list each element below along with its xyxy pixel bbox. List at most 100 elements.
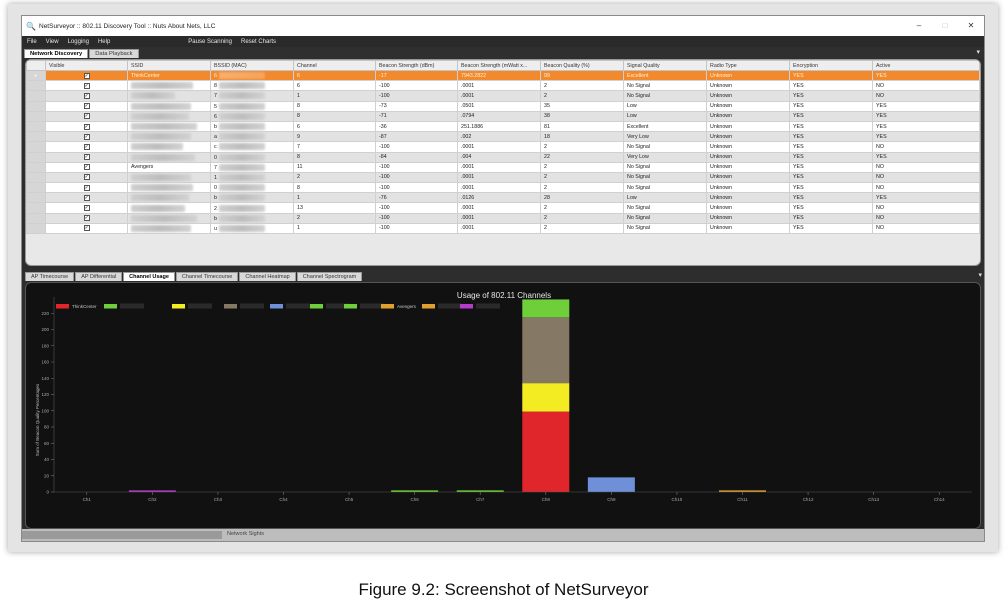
row-header[interactable] <box>26 182 46 194</box>
tab-ap-differential[interactable]: AP Differential <box>75 272 123 281</box>
row-header[interactable] <box>26 90 46 102</box>
checkbox-checked-icon[interactable]: ✓ <box>83 82 90 89</box>
tab-channel-timecourse[interactable]: Channel Timecourse <box>175 272 239 281</box>
visible-checkbox-cell[interactable]: ✓ <box>45 131 128 143</box>
visible-checkbox-cell[interactable]: ✓ <box>45 202 128 214</box>
checkbox-checked-icon[interactable]: ✓ <box>83 174 90 181</box>
checkbox-checked-icon[interactable]: ✓ <box>83 205 90 212</box>
checkbox-checked-icon[interactable]: ✓ <box>83 133 90 140</box>
table-row[interactable]: ✓ 2 13 -100.0001 2 No Signal Unknown YES NO <box>26 202 980 214</box>
menu-logging[interactable]: Logging <box>68 39 89 45</box>
bssid-prefix: 6 <box>214 73 217 79</box>
tab-data-playback[interactable]: Data Playback <box>89 49 139 58</box>
row-header[interactable] <box>26 222 46 235</box>
row-header[interactable] <box>26 161 46 173</box>
column-header[interactable]: Encryption <box>789 60 873 71</box>
visible-checkbox-cell[interactable]: ✓ <box>45 161 128 173</box>
column-header[interactable]: SSID <box>127 60 211 71</box>
visible-checkbox-cell[interactable]: ✓ <box>45 212 128 224</box>
table-row[interactable]: ✓ b 2 -100.0001 2 No Signal Unknown YES NO <box>26 212 980 224</box>
row-header[interactable] <box>26 80 46 92</box>
table-row[interactable]: ✓ 1 2 -100.0001 2 No Signal Unknown YES NO <box>26 171 980 184</box>
menu-help[interactable]: Help <box>98 39 110 45</box>
reset-charts-button[interactable]: Reset Charts <box>241 39 276 45</box>
table-cell: 8 <box>293 100 376 112</box>
close-button[interactable]: ✕ <box>958 16 984 36</box>
tab-channel-heatmap[interactable]: Channel Heatmap <box>239 272 296 281</box>
checkbox-checked-icon[interactable]: ✓ <box>83 215 90 222</box>
visible-checkbox-cell[interactable]: ✓ <box>45 222 128 235</box>
checkbox-checked-icon[interactable]: ✓ <box>83 103 90 110</box>
table-row[interactable]: ✓ Avengers 7 11 -100.0001 2 No Signal Unknown YE… <box>26 161 980 173</box>
row-header[interactable] <box>26 212 46 224</box>
table-row[interactable]: ✓ u 1 -100.0001 2 No Signal Unknown YES NO <box>26 222 980 235</box>
checkbox-checked-icon[interactable]: ✓ <box>83 194 90 201</box>
row-header[interactable] <box>26 202 46 214</box>
row-header[interactable] <box>26 120 46 133</box>
visible-checkbox-cell[interactable]: ✓ <box>45 120 128 133</box>
visible-checkbox-cell[interactable]: ✓ <box>45 80 128 92</box>
column-header[interactable]: BSSID (MAC) <box>210 60 294 71</box>
column-header[interactable]: Visible <box>45 60 128 71</box>
maximize-button[interactable]: □ <box>932 16 958 36</box>
pin-icon[interactable]: ▾ <box>976 48 980 56</box>
row-header[interactable] <box>26 110 46 122</box>
table-row[interactable]: ▸ ✓ ThinkCenter 6 6 -17 7943.2822 99 Excellent Un… <box>26 69 980 82</box>
checkbox-checked-icon[interactable]: ✓ <box>83 184 90 191</box>
menu-view[interactable]: View <box>46 39 59 45</box>
visible-checkbox-cell[interactable]: ✓ <box>45 192 128 204</box>
minimize-button[interactable]: – <box>906 16 932 36</box>
checkbox-checked-icon[interactable]: ✓ <box>83 123 90 130</box>
checkbox-checked-icon[interactable]: ✓ <box>83 225 90 232</box>
table-row[interactable]: ✓ a 9 -87.002 18 Very Low Unknown YES YES <box>26 131 980 143</box>
redacted-ssid <box>131 153 195 161</box>
checkbox-checked-icon[interactable]: ✓ <box>83 113 90 120</box>
row-header[interactable]: ▸ <box>26 69 46 82</box>
table-row[interactable]: ✓ 8 6 -100.0001 2 No Signal Unknown YES NO <box>26 80 980 92</box>
visible-checkbox-cell[interactable]: ✓ <box>45 110 128 122</box>
tab-ap-timecourse[interactable]: AP Timecourse <box>25 272 75 281</box>
visible-checkbox-cell[interactable]: ✓ <box>45 69 128 82</box>
row-header[interactable] <box>26 151 46 163</box>
chart-bars <box>128 299 766 492</box>
table-row[interactable]: ✓ b 1 -76.0126 28 Low Unknown YES YES <box>26 192 980 204</box>
x-tick-label: Ch6 <box>411 497 420 502</box>
checkbox-checked-icon[interactable]: ✓ <box>83 143 90 150</box>
visible-checkbox-cell[interactable]: ✓ <box>45 90 128 102</box>
table-row[interactable]: ✓ b 6 -36 251.1886 81 Excellent Unknown YES YES <box>26 120 980 133</box>
column-header[interactable]: Radio Type <box>706 60 790 71</box>
tab-channel-spectrogram[interactable]: Channel Spectrogram <box>296 272 363 281</box>
column-header[interactable]: Active <box>872 60 980 71</box>
column-header[interactable]: Beacon Quality (%) <box>540 60 624 71</box>
menu-file[interactable]: File <box>27 39 37 45</box>
checkbox-checked-icon[interactable]: ✓ <box>83 72 90 79</box>
table-row[interactable]: ✓ 0 8 -100.0001 2 No Signal Unknown YES NO <box>26 182 980 194</box>
visible-checkbox-cell[interactable]: ✓ <box>45 141 128 153</box>
row-header[interactable] <box>26 171 46 184</box>
column-header[interactable]: Signal Quality <box>623 60 707 71</box>
checkbox-checked-icon[interactable]: ✓ <box>83 92 90 99</box>
checkbox-checked-icon[interactable]: ✓ <box>83 164 90 171</box>
table-cell: -87 <box>375 131 458 143</box>
tab-network-discovery[interactable]: Network Discovery <box>24 49 89 58</box>
row-header[interactable] <box>26 192 46 204</box>
table-row[interactable]: ✓ c 7 -100.0001 2 No Signal Unknown YES NO <box>26 141 980 153</box>
column-header[interactable]: Beacon Strength (dBm) <box>375 60 458 71</box>
table-row[interactable]: ✓ 0 8 -84.004 22 Very Low Unknown YES YES <box>26 151 980 163</box>
visible-checkbox-cell[interactable]: ✓ <box>45 151 128 163</box>
table-row[interactable]: ✓ 7 1 -100.0001 2 No Signal Unknown YES NO <box>26 90 980 102</box>
visible-checkbox-cell[interactable]: ✓ <box>45 100 128 112</box>
tab-channel-usage[interactable]: Channel Usage <box>123 272 175 281</box>
pin-icon-bottom[interactable]: ▾ <box>978 271 982 279</box>
column-header[interactable]: Channel <box>293 60 376 71</box>
row-header[interactable] <box>26 131 46 143</box>
visible-checkbox-cell[interactable]: ✓ <box>45 171 128 184</box>
row-header[interactable] <box>26 141 46 153</box>
row-header[interactable] <box>26 100 46 112</box>
visible-checkbox-cell[interactable]: ✓ <box>45 182 128 194</box>
table-row[interactable]: ✓ 6 8 -71.0794 38 Low Unknown YES YES <box>26 110 980 122</box>
pause-scanning-button[interactable]: Pause Scanning <box>188 39 232 45</box>
column-header[interactable]: Beacon Strength (mWatt x... <box>457 60 541 71</box>
checkbox-checked-icon[interactable]: ✓ <box>83 154 90 161</box>
table-row[interactable]: ✓ 5 8 -73.0501 35 Low Unknown YES YES <box>26 100 980 112</box>
